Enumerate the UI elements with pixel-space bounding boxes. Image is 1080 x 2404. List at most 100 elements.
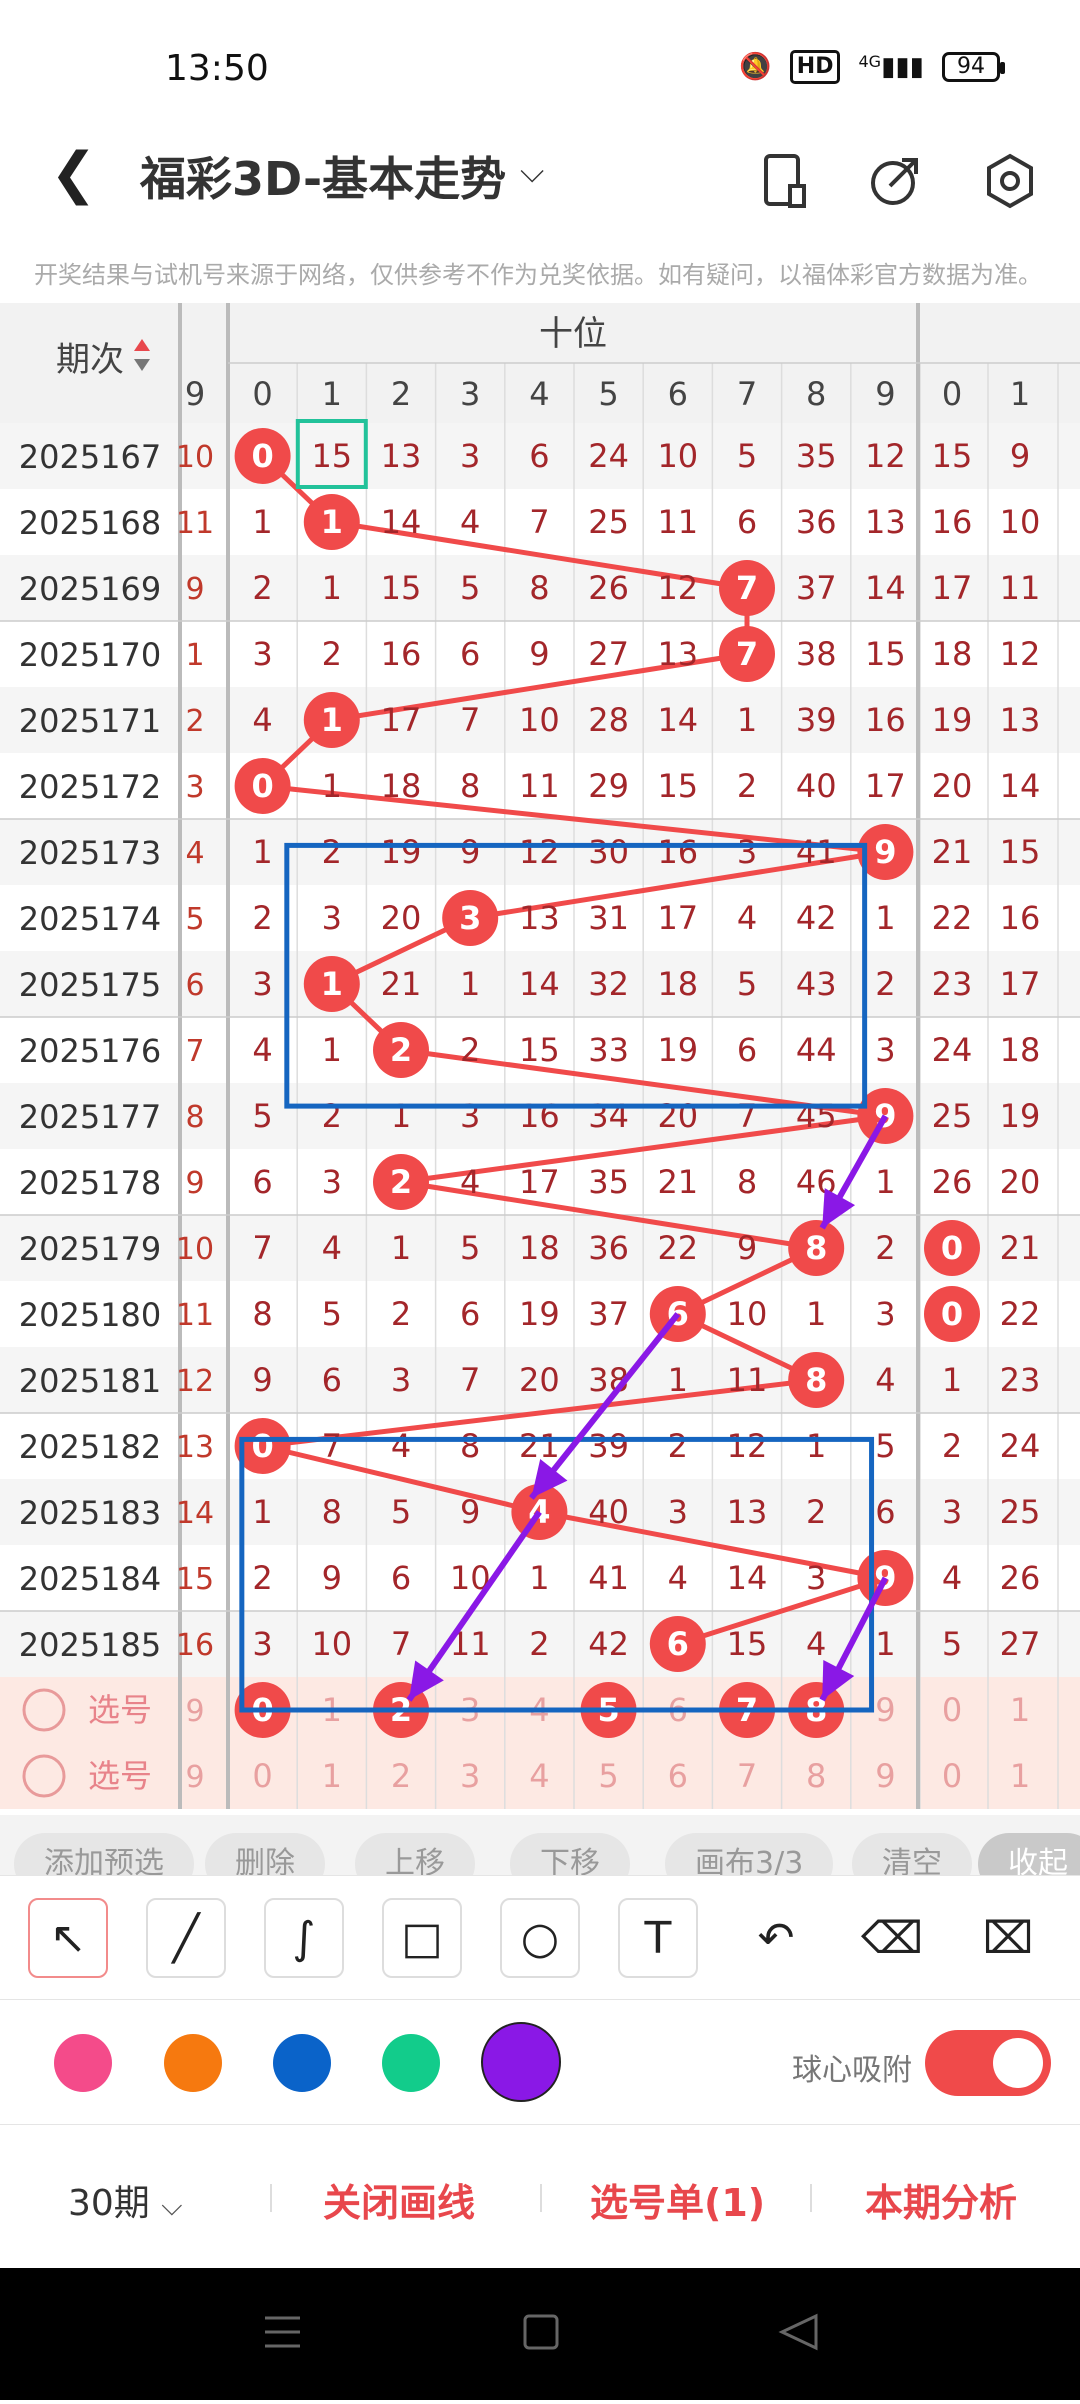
clear-brush-icon[interactable]: ⌧ xyxy=(968,1898,1048,1978)
phone-icon[interactable] xyxy=(750,146,820,216)
miss-cell: 44 xyxy=(796,1031,837,1069)
color-green[interactable] xyxy=(382,2034,440,2092)
text-tool-icon[interactable]: T xyxy=(618,1898,698,1978)
miss-cell: 21 xyxy=(657,1163,698,1201)
next-cell: 11 xyxy=(1000,569,1041,607)
miss-cell: 2 xyxy=(322,1097,342,1135)
period-cell: 2025168 xyxy=(19,504,162,542)
period-cell: 2025175 xyxy=(19,966,162,1004)
close-draw-button[interactable]: 关闭画线 xyxy=(323,2172,475,2227)
undo-icon[interactable]: ↶ xyxy=(736,1898,816,1978)
miss-cell: 6 xyxy=(391,1559,411,1597)
digit-header: 9 xyxy=(875,375,895,413)
miss-cell: 4 xyxy=(806,1625,826,1663)
miss-cell: 2 xyxy=(252,569,272,607)
color-purple[interactable] xyxy=(481,2022,561,2102)
action-5-button[interactable]: 清空 xyxy=(852,1833,972,1875)
left-col-cell: 4 xyxy=(185,836,204,871)
miss-cell: 19 xyxy=(381,833,422,871)
eraser-icon[interactable]: ⌫ xyxy=(852,1898,932,1978)
miss-cell: 20 xyxy=(519,1361,560,1399)
trend-chart-grid: 期次 十位 9 0 1 2 3 4 5 6 7 8 9 0 1 2025167 10 0 15 13 3 6 24 10 5 35… xyxy=(0,303,1080,1813)
digit-header: 8 xyxy=(806,375,826,413)
next-cell: 24 xyxy=(932,1031,973,1069)
pick-cell: 7 xyxy=(737,1757,757,1795)
curve-tool-icon[interactable]: ∫ xyxy=(264,1898,344,1978)
digit-header: 3 xyxy=(460,375,480,413)
miss-cell: 6 xyxy=(322,1361,342,1399)
hit-ball-value: 2 xyxy=(390,1163,412,1201)
miss-cell: 12 xyxy=(865,437,906,475)
miss-cell: 13 xyxy=(727,1493,768,1531)
hit-ball-value: 0 xyxy=(251,767,273,805)
hit-ball-value: 0 xyxy=(941,1229,963,1267)
pick-left-cell: 9 xyxy=(185,1760,204,1795)
left-col-cell: 11 xyxy=(176,506,214,541)
miss-cell: 35 xyxy=(588,1163,629,1201)
color-orange[interactable] xyxy=(164,2034,222,2092)
next-cell: 25 xyxy=(1000,1493,1041,1531)
miss-cell: 4 xyxy=(252,1031,272,1069)
pick-cell: 4 xyxy=(529,1757,549,1795)
color-pink[interactable] xyxy=(54,2034,112,2092)
miss-cell: 26 xyxy=(588,569,629,607)
miss-cell: 17 xyxy=(519,1163,560,1201)
miss-cell: 20 xyxy=(657,1097,698,1135)
magnet-toggle[interactable] xyxy=(925,2030,1051,2096)
back-icon[interactable]: ❮ xyxy=(50,146,97,202)
miss-cell: 3 xyxy=(806,1559,826,1597)
miss-cell: 6 xyxy=(460,1295,480,1333)
share-icon[interactable] xyxy=(860,146,930,216)
mute-icon: 🔕 xyxy=(739,52,772,82)
miss-cell: 6 xyxy=(460,635,480,673)
miss-cell: 1 xyxy=(322,767,342,805)
pick-list-button[interactable]: 选号单(1) xyxy=(590,2172,765,2227)
pick-cell: 8 xyxy=(806,1757,826,1795)
hit-ball-value: 0 xyxy=(251,1427,273,1465)
miss-cell: 10 xyxy=(727,1295,768,1333)
disclaimer-text: 开奖结果与试机号来源于网络，仅供参考不作为兑奖依据。如有疑问，以福体彩官方数据为… xyxy=(34,261,1042,289)
miss-cell: 3 xyxy=(668,1493,688,1531)
period-cell: 2025170 xyxy=(19,636,162,674)
left-col-cell: 3 xyxy=(185,770,204,805)
bottom-bar: 30期 ⌵ 关闭画线 选号单(1) 本期分析 xyxy=(0,2126,1080,2268)
next-cell: 23 xyxy=(1000,1361,1041,1399)
arrow-tool-icon[interactable]: ↖ xyxy=(28,1898,108,1978)
miss-cell: 6 xyxy=(737,1031,757,1069)
action-6-button[interactable]: 收起 xyxy=(978,1833,1080,1875)
next-cell: 22 xyxy=(932,899,973,937)
miss-cell: 1 xyxy=(737,701,757,739)
action-0-button[interactable]: 添加预选 xyxy=(14,1833,194,1875)
hit-ball-value: 8 xyxy=(805,1361,827,1399)
action-4-button[interactable]: 画布3/3 xyxy=(665,1833,834,1875)
chevron-down-icon: ⌵ xyxy=(161,2189,183,2222)
miss-cell: 2 xyxy=(391,1295,411,1333)
period-cell: 2025183 xyxy=(19,1494,162,1532)
title-bar: ❮ 福彩3D-基本走势 ⌵ xyxy=(0,130,1080,240)
analysis-button[interactable]: 本期分析 xyxy=(865,2172,1017,2227)
rect-tool-icon[interactable]: □ xyxy=(382,1898,462,1978)
action-2-button[interactable]: 上移 xyxy=(355,1833,475,1875)
miss-cell: 15 xyxy=(311,437,352,475)
miss-cell: 3 xyxy=(875,1295,895,1333)
line-tool-icon[interactable]: ╱ xyxy=(146,1898,226,1978)
miss-cell: 38 xyxy=(796,635,837,673)
page-title[interactable]: 福彩3D-基本走势 xyxy=(140,144,506,214)
miss-cell: 1 xyxy=(322,569,342,607)
action-1-button[interactable]: 删除 xyxy=(205,1833,325,1875)
circle-tool-icon[interactable]: ○ xyxy=(500,1898,580,1978)
miss-cell: 1 xyxy=(460,965,480,1003)
miss-cell: 27 xyxy=(588,635,629,673)
color-blue[interactable] xyxy=(273,2034,331,2092)
left-col-cell: 2 xyxy=(185,704,204,739)
action-3-button[interactable]: 下移 xyxy=(510,1833,630,1875)
pick-cell: 1 xyxy=(322,1757,342,1795)
left-col-cell: 1 xyxy=(185,638,204,673)
settings-icon[interactable] xyxy=(975,146,1045,216)
chevron-down-icon[interactable]: ⌵ xyxy=(520,152,544,191)
next-cell: 26 xyxy=(932,1163,973,1201)
section-label: 十位 xyxy=(539,314,607,354)
next-cell: 21 xyxy=(1000,1229,1041,1267)
period-select[interactable]: 30期 ⌵ xyxy=(68,2174,183,2226)
miss-cell: 30 xyxy=(588,833,629,871)
